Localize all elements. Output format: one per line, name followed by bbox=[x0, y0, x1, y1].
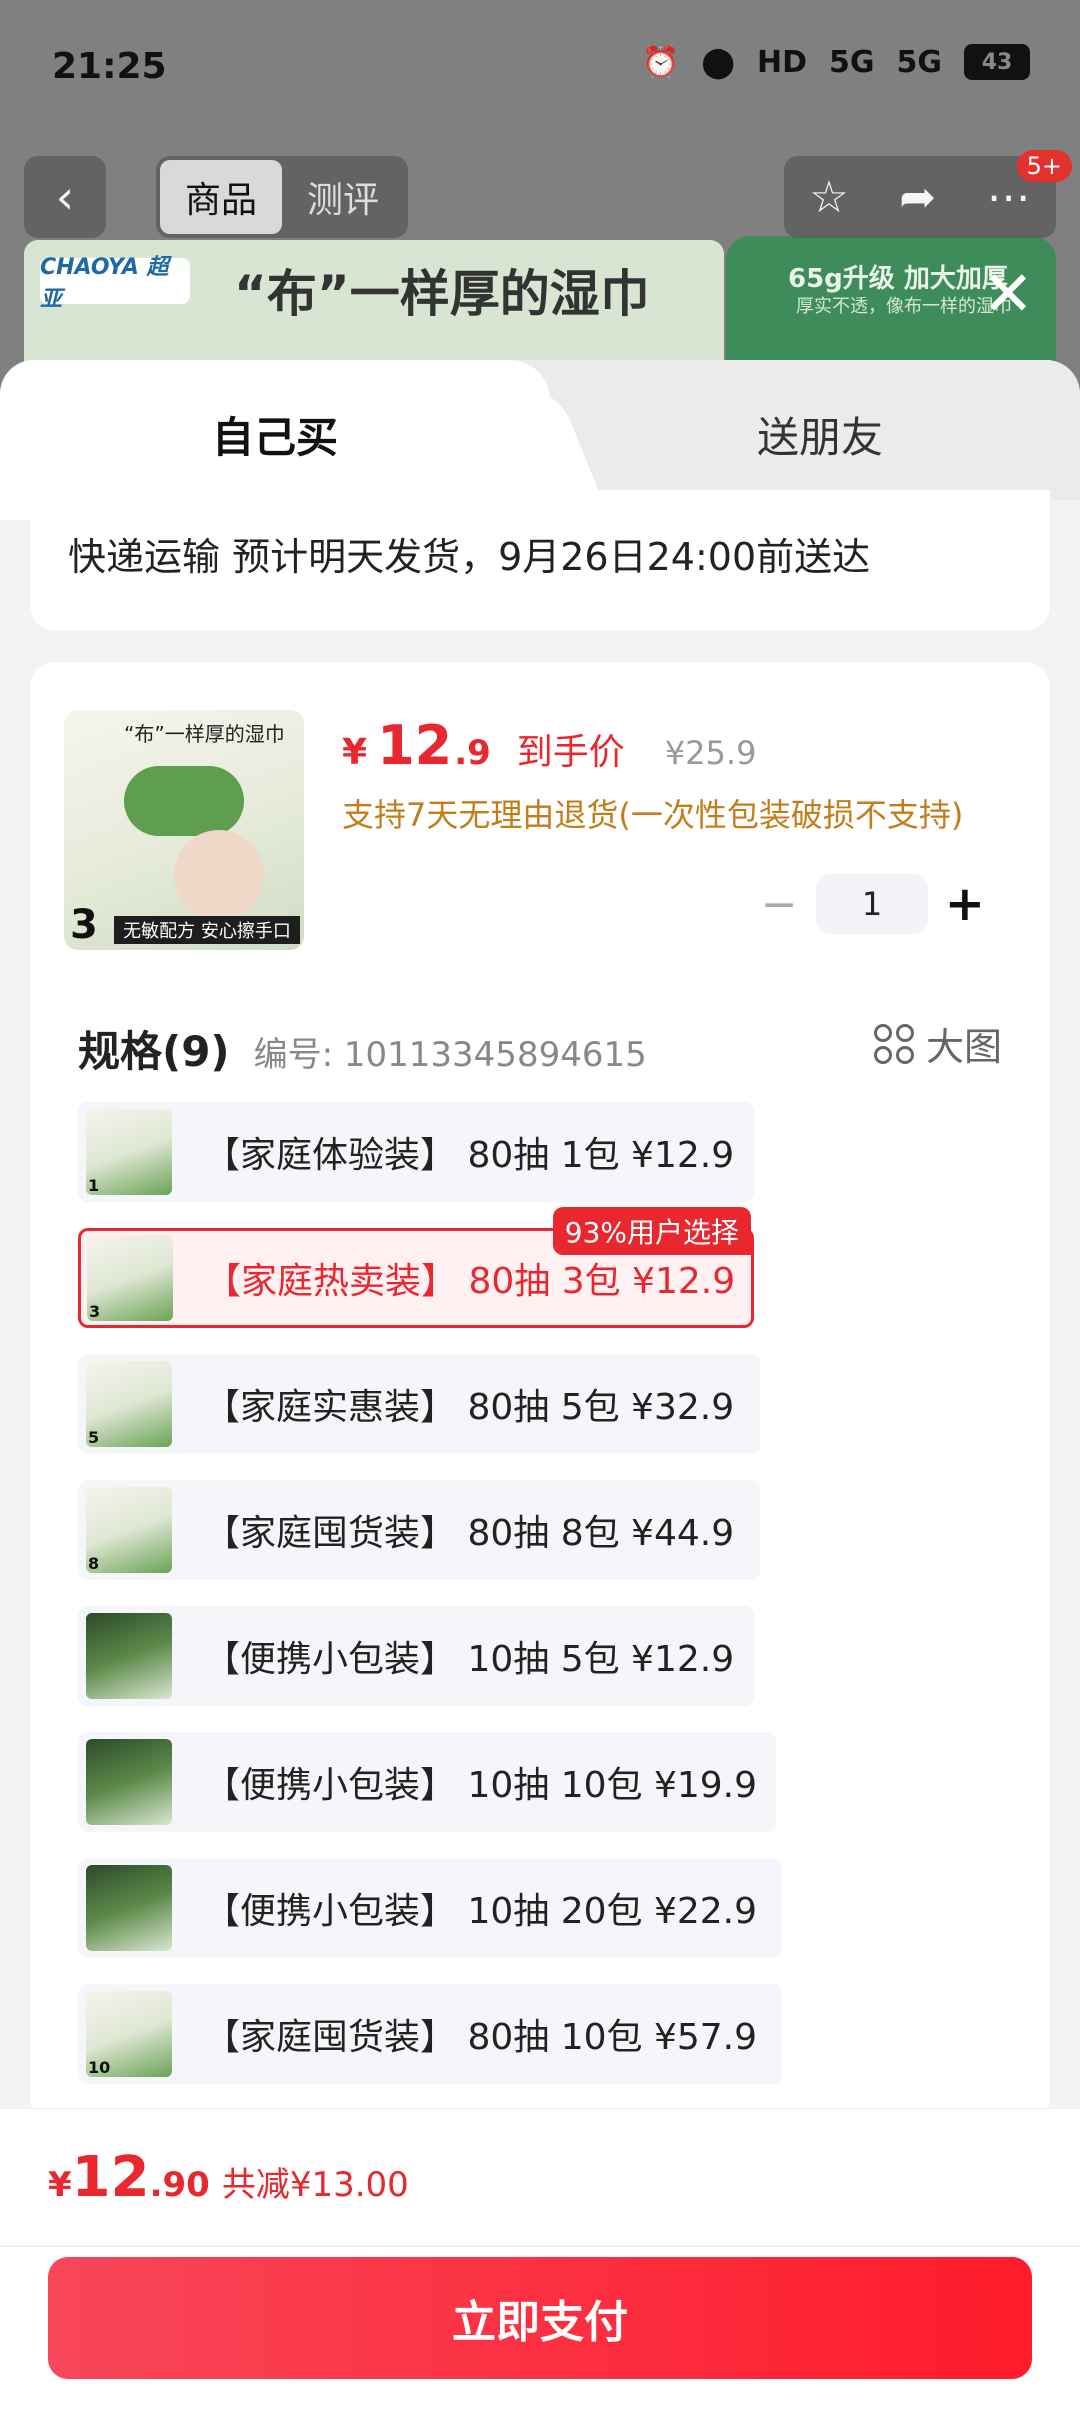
total-line: ¥ 12 .90 共减¥13.00 bbox=[48, 2145, 409, 2210]
tab-switcher: 商品 测评 bbox=[156, 156, 408, 238]
plus-button[interactable]: + bbox=[928, 876, 1002, 932]
spec-option-8[interactable]: 10 【家庭囤货装】 80抽 10包 ¥57.9 bbox=[78, 1984, 782, 2084]
battery-icon: 43 bbox=[964, 44, 1030, 80]
thumb-title: “布”一样厚的湿巾 bbox=[124, 722, 285, 746]
thumb-baby bbox=[174, 830, 264, 920]
product-card: “布”一样厚的湿巾 无敏配方 安心擦手口 3 ¥ 12 .9 到手价 ¥25.9… bbox=[30, 662, 1050, 2122]
product-code: 编号: 10113345894615 bbox=[253, 1035, 647, 1075]
option-thumbnail bbox=[86, 1739, 172, 1825]
star-icon[interactable]: ☆ bbox=[809, 172, 848, 223]
share-icon[interactable]: ➦ bbox=[899, 172, 936, 223]
tab-gift-friend[interactable]: 送朋友 bbox=[560, 360, 1080, 500]
location-icon: ⬤ bbox=[701, 44, 735, 80]
spec-option-4[interactable]: 8 【家庭囤货装】 80抽 8包 ¥44.9 bbox=[78, 1480, 760, 1580]
thumb-footer: 无敏配方 安心擦手口 bbox=[114, 916, 300, 944]
spec-title: 规格(9) bbox=[78, 1027, 230, 1076]
message-badge: 5+ bbox=[1016, 150, 1072, 182]
spec-option-1[interactable]: 1 【家庭体验装】 80抽 1包 ¥12.9 bbox=[78, 1102, 754, 1202]
delivery-text: 快递运输 预计明天发货，9月26日24:00前送达 bbox=[68, 535, 871, 579]
product-thumbnail[interactable]: “布”一样厚的湿巾 无敏配方 安心擦手口 3 bbox=[64, 710, 304, 950]
status-time: 21:25 bbox=[52, 46, 167, 87]
action-group: ☆ ➦ ⋯ bbox=[784, 156, 1056, 238]
total-decimal: .90 bbox=[149, 2165, 210, 2205]
spec-option-5[interactable]: 【便携小包装】 10抽 5包 ¥12.9 bbox=[78, 1606, 754, 1706]
status-bar: 21:25 ⏰ ⬤ HD 5G 5G 43 bbox=[0, 0, 1080, 140]
back-button[interactable]: ‹ bbox=[24, 156, 106, 238]
close-icon[interactable]: ✕ bbox=[976, 262, 1040, 326]
option-label: 【便携小包装】 10抽 10包 ¥19.9 bbox=[204, 1765, 758, 1806]
alarm-icon: ⏰ bbox=[642, 44, 680, 80]
big-image-button[interactable]: 大图 bbox=[873, 1016, 1002, 1071]
purchase-tabs: 自己买 送朋友 bbox=[0, 360, 1080, 520]
pay-now-button[interactable]: 立即支付 bbox=[48, 2257, 1032, 2379]
option-label: 【家庭体验装】 80抽 1包 ¥12.9 bbox=[204, 1135, 735, 1176]
option-label: 【便携小包装】 10抽 20包 ¥22.9 bbox=[204, 1891, 758, 1932]
grid-icon bbox=[873, 1023, 914, 1064]
spec-option-2[interactable]: 93%用户选择 3 【家庭热卖装】 80抽 3包 ¥12.9 bbox=[78, 1207, 754, 1328]
option-thumbnail: 8 bbox=[86, 1487, 172, 1573]
purchase-sheet: 自己买 送朋友 快递运输 预计明天发货，9月26日24:00前送达 “布”一样厚… bbox=[0, 360, 1080, 2412]
quantity-stepper: − 1 + bbox=[742, 874, 1002, 934]
signal-icon-2: 5G bbox=[896, 44, 943, 80]
price-line: ¥ 12 .9 到手价 ¥25.9 bbox=[342, 714, 756, 777]
option-thumbnail bbox=[86, 1865, 172, 1951]
minus-button[interactable]: − bbox=[742, 879, 816, 930]
status-icons: ⏰ ⬤ HD 5G 5G 43 bbox=[642, 44, 1030, 80]
option-label: 【家庭囤货装】 80抽 10包 ¥57.9 bbox=[204, 2017, 758, 2058]
thumb-cloud bbox=[124, 766, 244, 836]
tab-goods[interactable]: 商品 bbox=[160, 160, 282, 234]
option-label: 【家庭热卖装】 80抽 3包 ¥12.9 bbox=[205, 1261, 736, 1302]
popular-badge: 93%用户选择 bbox=[552, 1207, 751, 1255]
option-label: 【家庭囤货装】 80抽 8包 ¥44.9 bbox=[204, 1513, 735, 1554]
big-image-label: 大图 bbox=[925, 1025, 1002, 1069]
spec-option-3[interactable]: 5 【家庭实惠装】 80抽 5包 ¥32.9 bbox=[78, 1354, 760, 1454]
total-currency: ¥ bbox=[48, 2165, 72, 2205]
original-price: ¥25.9 bbox=[664, 734, 757, 772]
brand-logo: CHAOYA 超亚 bbox=[40, 255, 190, 312]
option-thumbnail: 1 bbox=[86, 1109, 172, 1195]
final-price-label: 到手价 bbox=[516, 732, 625, 773]
divider bbox=[0, 2245, 1080, 2247]
spec-header: 规格(9) 编号: 10113345894615 bbox=[78, 1018, 647, 1079]
banner-title: “布”一样厚的湿巾 bbox=[234, 265, 650, 323]
price-decimal: .9 bbox=[454, 733, 491, 773]
return-policy: 支持7天无理由退货(一次性包装破损不支持) bbox=[342, 796, 964, 834]
hd-icon: HD bbox=[756, 44, 807, 80]
thumb-number: 3 bbox=[70, 902, 98, 948]
tab-review[interactable]: 测评 bbox=[282, 160, 404, 234]
option-label: 【家庭实惠装】 80抽 5包 ¥32.9 bbox=[204, 1387, 735, 1428]
promo-title: 65g升级 加大加厚 bbox=[788, 264, 1008, 294]
option-thumbnail: 5 bbox=[86, 1361, 172, 1447]
delivery-info: 快递运输 预计明天发货，9月26日24:00前送达 bbox=[30, 490, 1050, 630]
top-navbar: ‹ 商品 测评 ☆ ➦ ⋯ 5+ bbox=[0, 150, 1080, 250]
option-thumbnail bbox=[86, 1613, 172, 1699]
quantity-value[interactable]: 1 bbox=[816, 874, 928, 934]
signal-icon: 5G bbox=[829, 44, 875, 80]
currency-symbol: ¥ bbox=[342, 732, 368, 773]
price-integer: 12 bbox=[377, 714, 453, 777]
option-thumbnail: 3 bbox=[87, 1235, 173, 1321]
total-integer: 12 bbox=[71, 2145, 150, 2210]
spec-option-7[interactable]: 【便携小包装】 10抽 20包 ¥22.9 bbox=[78, 1858, 782, 1958]
option-label: 【便携小包装】 10抽 5包 ¥12.9 bbox=[204, 1639, 735, 1680]
spec-option-6[interactable]: 【便携小包装】 10抽 10包 ¥19.9 bbox=[78, 1732, 776, 1832]
discount-total: 共减¥13.00 bbox=[221, 2165, 409, 2205]
checkout-bar: ¥ 12 .90 共减¥13.00 立即支付 bbox=[0, 2108, 1080, 2412]
option-thumbnail: 10 bbox=[86, 1991, 172, 2077]
